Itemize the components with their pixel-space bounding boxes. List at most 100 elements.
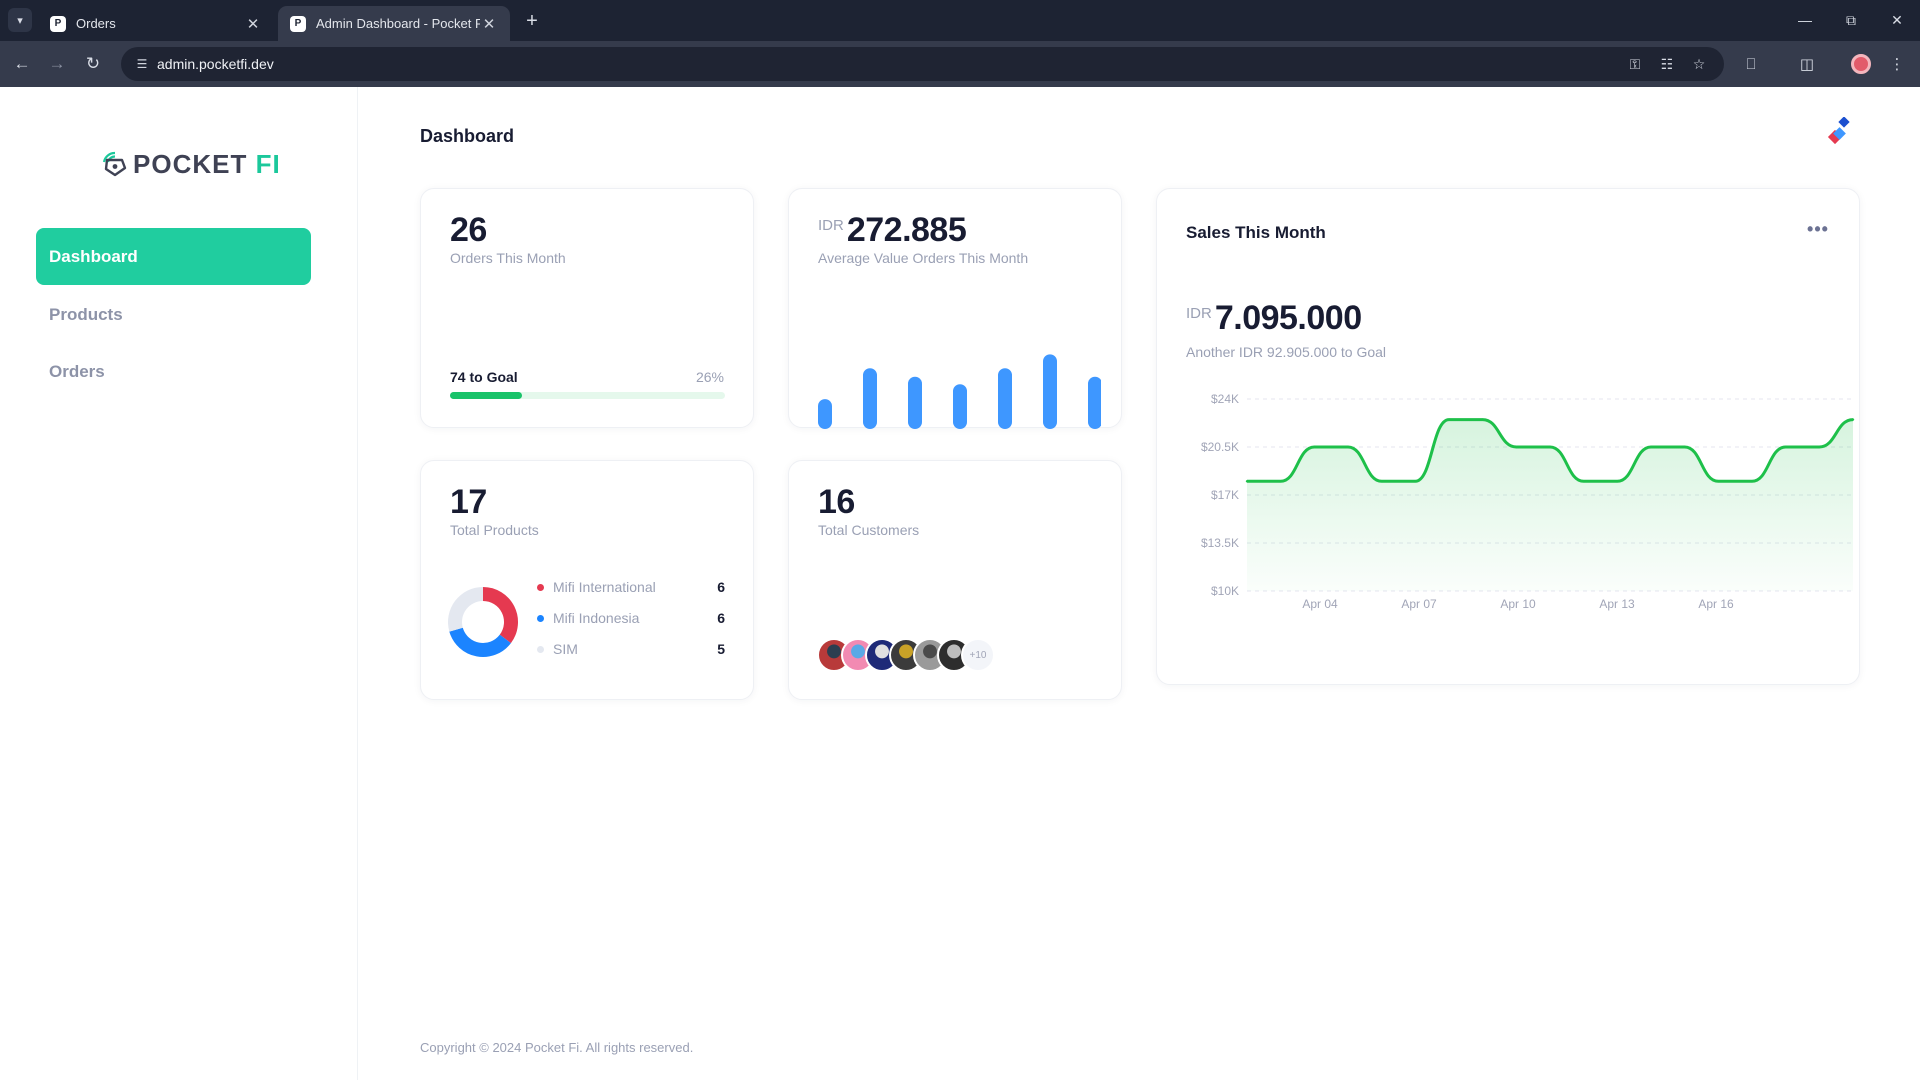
bar-2	[863, 368, 877, 429]
bookmark-star-icon[interactable]: ☆	[1688, 54, 1710, 74]
sidebar-item-orders[interactable]: Orders	[36, 343, 311, 400]
goal-percent: 26%	[695, 369, 724, 385]
customer-avatar-group: +10	[817, 638, 995, 672]
legend-value: 6	[717, 610, 725, 626]
customers-count: 16	[818, 483, 855, 521]
bar-6	[1043, 354, 1057, 429]
avg-amount: 272.885	[846, 211, 967, 249]
sales-goal-text: Another IDR 92.905.000 to Goal	[1186, 344, 1387, 360]
sales-data-point	[1515, 445, 1518, 449]
legend-item-sim: SIM 5	[537, 639, 725, 659]
sales-title: Sales This Month	[1186, 223, 1326, 242]
logo-text: POCKET FI	[133, 149, 281, 180]
minimize-icon[interactable]: —	[1785, 8, 1825, 32]
sales-data-point	[1447, 418, 1451, 421]
avg-currency: IDR	[818, 217, 844, 234]
goal-progress-bar	[450, 392, 725, 399]
legend-value: 6	[717, 579, 725, 595]
sales-data-point	[1717, 480, 1720, 483]
sales-data-point	[1481, 418, 1484, 421]
customers-card: 16 Total Customers +10	[788, 460, 1122, 700]
brand-mark-icon[interactable]	[1824, 117, 1854, 151]
products-card: 17 Total Products Mifi International 6 M…	[420, 460, 754, 700]
profile-avatar[interactable]	[1851, 54, 1871, 74]
legend-dot	[537, 614, 544, 622]
slice-sim	[448, 587, 483, 632]
logo-text-main: POCKET	[133, 148, 256, 179]
address-bar[interactable]: ☰ admin.pocketfi.dev ⚿ ☷ ☆	[121, 47, 1724, 81]
y-tick-label: $13.5K	[1201, 536, 1239, 550]
sidebar-item-dashboard[interactable]: Dashboard	[36, 228, 311, 285]
page: POCKET FI Dashboard Products Orders Dash…	[0, 87, 1920, 1080]
sales-data-point	[1683, 445, 1686, 449]
goal-label: 74 to Goal	[450, 369, 518, 385]
bar-1	[818, 399, 832, 429]
avg-value: IDR272.885	[818, 211, 967, 250]
password-key-icon[interactable]: ⚿	[1624, 54, 1646, 74]
sales-currency: IDR	[1186, 305, 1212, 322]
y-tick-label: $10K	[1211, 584, 1239, 598]
bar-3	[908, 376, 922, 429]
translate-icon[interactable]: ☷	[1656, 54, 1678, 74]
tab-search-icon[interactable]: ▾	[8, 8, 32, 32]
products-label: Total Products	[450, 522, 539, 538]
sales-data-point	[1582, 480, 1585, 483]
browser-tab-dashboard[interactable]: P Admin Dashboard - Pocket Fi ✕	[278, 6, 510, 41]
customers-label: Total Customers	[818, 522, 920, 538]
legend-label: Mifi Indonesia	[553, 610, 640, 626]
sales-line-chart: $24K $20.5K $17K $13.5K $10K Apr 04 Apr 07 Apr …	[1201, 392, 1855, 611]
logo-mark-icon	[102, 151, 127, 177]
back-icon[interactable]: ←	[10, 52, 34, 76]
more-customers-badge[interactable]: +10	[961, 638, 995, 672]
x-tick-label: Apr 16	[1698, 597, 1734, 611]
legend-item-mifi-indonesia: Mifi Indonesia 6	[537, 608, 725, 628]
y-tick-label: $20.5K	[1201, 440, 1239, 454]
bar-4	[953, 384, 967, 429]
browser-tab-bar: ▾ P Orders ✕ P Admin Dashboard - Pocket …	[0, 0, 1920, 41]
sales-data-point	[1380, 480, 1383, 483]
sidebar: POCKET FI Dashboard Products Orders	[0, 87, 358, 1080]
products-count: 17	[450, 483, 487, 521]
x-tick-label: Apr 10	[1500, 597, 1536, 611]
orders-label: Orders This Month	[450, 250, 566, 266]
close-tab-icon[interactable]: ✕	[480, 15, 498, 33]
favicon-icon: P	[290, 15, 306, 32]
forward-icon[interactable]: →	[45, 52, 69, 76]
legend-value: 5	[717, 641, 725, 657]
sidebar-item-products[interactable]: Products	[36, 286, 311, 343]
legend-label: SIM	[553, 641, 578, 657]
avg-orders-bar-chart	[818, 354, 1101, 429]
reload-icon[interactable]: ↻	[81, 52, 105, 76]
avg-label: Average Value Orders This Month	[818, 250, 1029, 266]
sales-value: IDR7.095.000	[1186, 299, 1362, 338]
pocketfi-logo[interactable]: POCKET FI	[100, 147, 281, 181]
sales-data-point	[1313, 445, 1316, 449]
restore-icon[interactable]: ⧉	[1831, 8, 1871, 32]
site-info-icon[interactable]: ☰	[133, 55, 151, 73]
browser-toolbar: ← → ↻ ☰ admin.pocketfi.dev ⚿ ☷ ☆ ⎕ ◫ ⋮	[0, 41, 1920, 87]
sales-data-point	[1616, 480, 1619, 483]
legend-item-mifi-international: Mifi International 6	[537, 577, 725, 597]
page-title: Dashboard	[420, 126, 515, 146]
bar-5	[998, 368, 1012, 429]
browser-tab-orders[interactable]: P Orders ✕	[38, 6, 274, 41]
legend-label: Mifi International	[553, 579, 656, 595]
sales-card: Sales This Month ••• IDR7.095.000 Anothe…	[1156, 188, 1860, 685]
sales-data-point	[1649, 445, 1653, 449]
close-window-icon[interactable]: ✕	[1877, 8, 1917, 32]
sales-data-point	[1851, 418, 1855, 421]
bar-7	[1088, 376, 1101, 429]
legend-dot	[537, 583, 544, 591]
tab-title: Orders	[76, 16, 116, 31]
tab-title: Admin Dashboard - Pocket Fi	[316, 16, 480, 31]
extensions-icon[interactable]: ⎕	[1739, 52, 1763, 76]
sales-data-point	[1245, 480, 1249, 483]
orders-card: 26 Orders This Month 74 to Goal 26%	[420, 188, 754, 428]
new-tab-icon[interactable]: +	[520, 9, 544, 33]
side-panel-icon[interactable]: ◫	[1795, 52, 1819, 76]
y-tick-label: $17K	[1211, 488, 1239, 502]
favicon-icon: P	[50, 15, 66, 32]
close-tab-icon[interactable]: ✕	[244, 15, 262, 33]
browser-menu-icon[interactable]: ⋮	[1885, 52, 1909, 76]
more-options-icon[interactable]: •••	[1805, 219, 1831, 239]
